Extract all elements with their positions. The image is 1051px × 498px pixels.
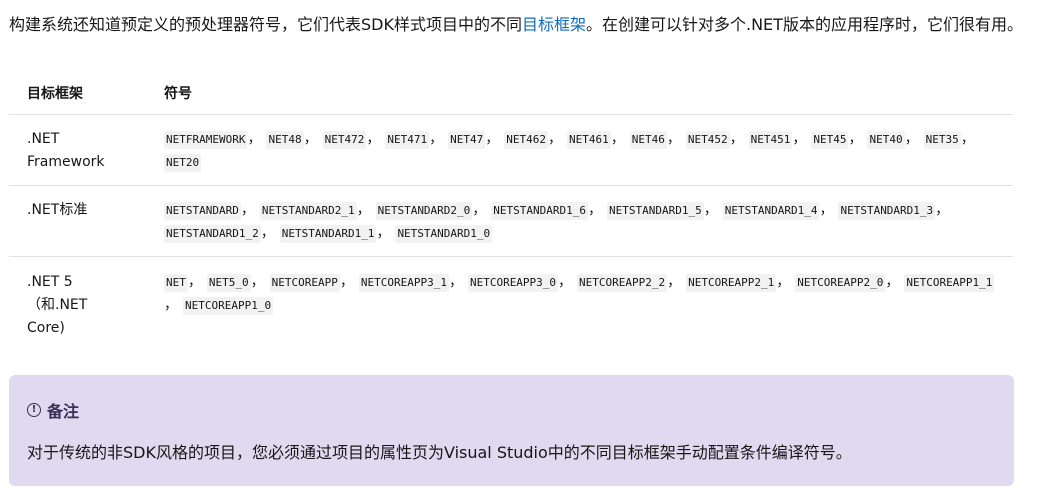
- target-frameworks-link[interactable]: 目标框架: [522, 15, 586, 34]
- symbol-separator: ，: [729, 131, 744, 147]
- framework-label: .NET 5 （和.NET Core): [27, 274, 88, 336]
- symbol-separator: ，: [448, 274, 463, 290]
- symbol-separator: ，: [819, 202, 834, 218]
- symbols-cell: NET， NET5_0， NETCOREAPP， NETCOREAPP3_1， NETC…: [146, 257, 1013, 352]
- note-callout: ! 备注 对于传统的非SDK风格的项目，您必须通过项目的属性页为Visual S…: [9, 375, 1014, 486]
- table-row: .NET标准 NETSTANDARD， NETSTANDARD2_1， NETSTA…: [9, 185, 1013, 257]
- symbol-code: NETSTANDARD1_2: [164, 225, 261, 243]
- symbol-separator: ，: [667, 274, 682, 290]
- symbol-separator: ，: [303, 131, 318, 147]
- preprocessor-symbols-table: 目标框架 符号 .NET Framework NETFRAMEWORK， NET4…: [9, 72, 1013, 351]
- symbol-separator: ，: [250, 274, 265, 290]
- table-row: .NET 5 （和.NET Core) NET， NET5_0， NETCOREAP…: [9, 257, 1013, 352]
- note-title: 备注: [47, 402, 80, 421]
- note-header: ! 备注: [27, 398, 79, 422]
- symbol-separator: ，: [472, 202, 487, 218]
- symbol-code: NET452: [685, 131, 730, 149]
- symbol-separator: ，: [960, 131, 975, 147]
- table-row: .NET Framework NETFRAMEWORK， NET48， NET472…: [9, 114, 1013, 186]
- symbol-code: NET20: [164, 154, 202, 172]
- symbol-code: NET472: [322, 131, 367, 149]
- symbol-code: NETCOREAPP1_1: [904, 274, 995, 292]
- symbol-separator: ，: [885, 274, 900, 290]
- symbol-separator: ，: [339, 274, 354, 290]
- framework-label: .NET标准: [27, 202, 88, 218]
- symbol-separator: ，: [187, 274, 202, 290]
- symbol-code: NETSTANDARD1_0: [395, 225, 493, 243]
- symbols-cell: NETFRAMEWORK， NET48， NET472， NET471， NET47， N…: [146, 114, 1013, 186]
- info-icon: !: [27, 403, 41, 417]
- symbol-code: NETSTANDARD1_5: [607, 202, 704, 220]
- symbol-code: NETCOREAPP3_0: [467, 274, 559, 292]
- symbol-separator: ，: [240, 202, 255, 218]
- symbol-code: NET45: [811, 131, 849, 149]
- symbol-code: NET: [164, 274, 188, 292]
- symbol-separator: ，: [366, 131, 381, 147]
- symbol-separator: ，: [260, 225, 275, 241]
- symbol-separator: ，: [588, 202, 603, 218]
- intro-paragraph: 构建系统还知道预定义的预处理器符号，它们代表SDK样式项目中的不同目标框架。在创…: [9, 11, 1029, 38]
- symbol-code: NETSTANDARD1_6: [491, 202, 589, 220]
- symbol-code: NETSTANDARD2_1: [259, 202, 357, 220]
- symbol-separator: ，: [547, 131, 562, 147]
- symbol-code: NETSTANDARD1_4: [722, 202, 820, 220]
- symbol-separator: ，: [247, 131, 262, 147]
- symbol-code: NET40: [867, 131, 905, 149]
- symbol-separator: ，: [610, 131, 625, 147]
- symbol-separator: ，: [792, 131, 807, 147]
- framework-cell: .NET 5 （和.NET Core): [9, 257, 146, 352]
- note-body: 对于传统的非SDK风格的项目，您必须通过项目的属性页为Visual Studio…: [27, 443, 852, 462]
- symbol-code: NETCOREAPP3_1: [358, 274, 449, 292]
- intro-text-before: 构建系统还知道预定义的预处理器符号，它们代表SDK样式项目中的不同: [9, 15, 522, 34]
- symbol-code: NET451: [748, 131, 793, 149]
- header-symbols: 符号: [146, 72, 1013, 115]
- symbol-code: NETSTANDARD2_0: [375, 202, 473, 220]
- symbol-code: NETSTANDARD: [164, 202, 241, 220]
- intro-text-after: 。在创建可以针对多个.NET版本的应用程序时，它们很有用。: [586, 15, 1023, 34]
- symbol-separator: ，: [356, 202, 371, 218]
- document-page: 构建系统还知道预定义的预处理器符号，它们代表SDK样式项目中的不同目标框架。在创…: [0, 0, 1051, 498]
- framework-cell: .NET Framework: [9, 114, 146, 186]
- symbol-code: NET47: [448, 131, 486, 149]
- symbol-code: NETSTANDARD1_3: [838, 202, 936, 220]
- symbol-code: NET46: [629, 131, 667, 149]
- header-target-framework: 目标框架: [9, 72, 146, 115]
- framework-label: .NET Framework: [27, 131, 105, 170]
- symbol-code: NET462: [504, 131, 548, 149]
- symbol-code: NETFRAMEWORK: [164, 131, 248, 149]
- symbol-code: NET35: [923, 131, 961, 149]
- symbol-code: NET5_0: [206, 274, 251, 292]
- symbol-separator: ，: [703, 202, 718, 218]
- symbol-code: NETCOREAPP2_0: [795, 274, 886, 292]
- symbol-separator: ，: [848, 131, 863, 147]
- symbol-code: NET461: [566, 131, 611, 149]
- symbol-separator: ，: [485, 131, 500, 147]
- symbol-code: NETCOREAPP2_2: [577, 274, 668, 292]
- symbol-separator: ，: [935, 202, 950, 218]
- symbol-code: NET48: [266, 131, 304, 149]
- framework-cell: .NET标准: [9, 185, 146, 257]
- symbol-separator: ，: [429, 131, 444, 147]
- symbol-separator: ，: [904, 131, 919, 147]
- symbol-code: NET471: [385, 131, 430, 149]
- table-header-row: 目标框架 符号: [9, 72, 1013, 115]
- symbol-separator: ，: [666, 131, 681, 147]
- symbol-code: NETCOREAPP2_1: [686, 274, 777, 292]
- symbol-code: NETCOREAPP1_0: [183, 297, 274, 315]
- symbol-separator: ，: [376, 225, 391, 241]
- symbol-separator: ，: [558, 274, 573, 290]
- symbol-code: NETSTANDARD1_1: [279, 225, 377, 243]
- symbol-separator: ，: [776, 274, 791, 290]
- symbol-code: NETCOREAPP: [269, 274, 340, 292]
- symbol-separator: ，: [164, 297, 178, 313]
- symbols-cell: NETSTANDARD， NETSTANDARD2_1， NETSTANDARD2_…: [146, 185, 1013, 257]
